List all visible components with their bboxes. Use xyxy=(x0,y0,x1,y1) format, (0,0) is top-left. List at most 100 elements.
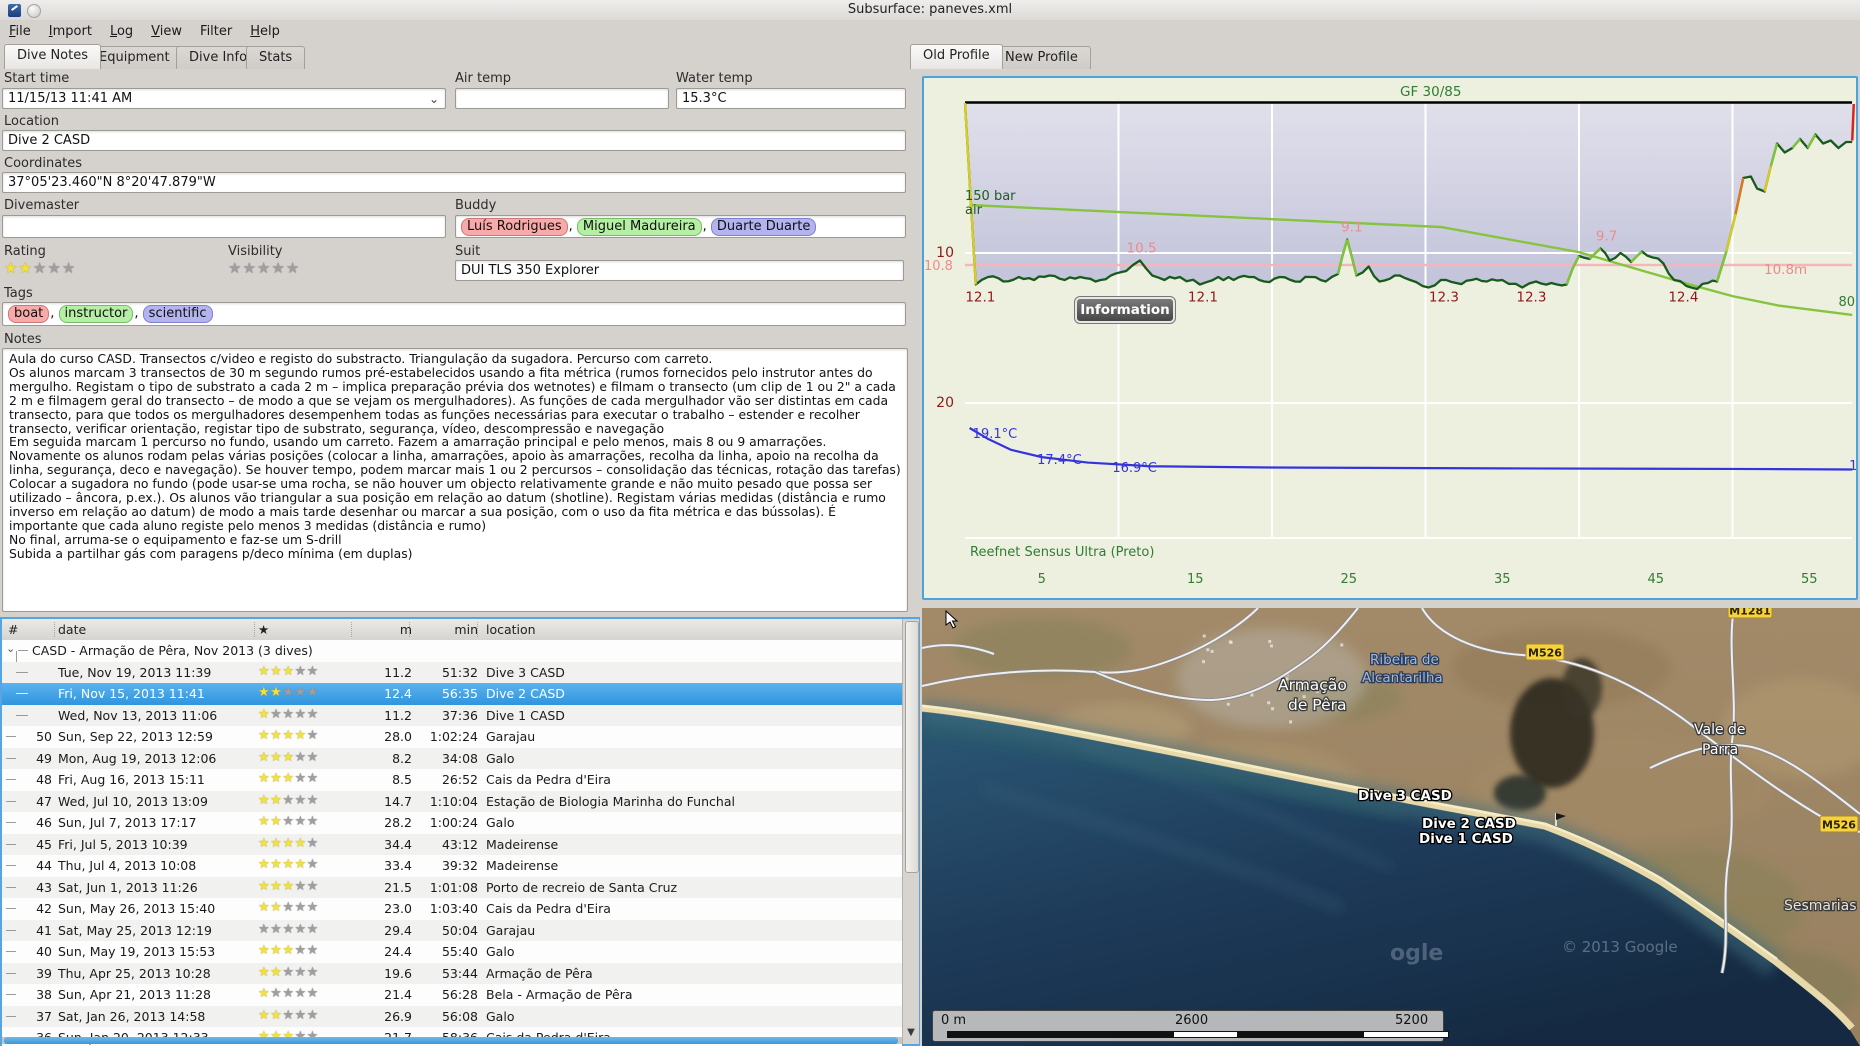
buddy-pill[interactable]: Luís Rodrigues xyxy=(461,218,568,236)
dive-profile-chart[interactable]: GF 30/85 150 barair 80 10.8 10.8m 10 20 5 15 25 35… xyxy=(924,78,1860,598)
air-temp-input[interactable] xyxy=(455,88,669,109)
tag-pill[interactable]: boat xyxy=(8,305,50,323)
dive-rating-stars: ★★★★★ xyxy=(258,663,319,679)
scroll-down-arrow-icon[interactable]: ▼ xyxy=(905,1026,917,1040)
scale-segment xyxy=(1363,1031,1449,1038)
table-row[interactable]: Tue, Nov 19, 2013 11:39 ★★★★★ 11.2 51:32 Div… xyxy=(2,661,902,683)
tab-dive-notes[interactable]: Dive Notes xyxy=(4,44,101,69)
end-pressure-label: 80 xyxy=(1838,295,1855,310)
table-row[interactable]: Fri, Nov 15, 2013 11:41 ★★★★★ 12.4 56:35 Div… xyxy=(2,683,902,705)
dive-list-table: # date ★ m min location ⌄ CASD - Armação de Pê… xyxy=(0,617,920,1046)
table-row[interactable]: 41 Sat, May 25, 2013 12:19 ★★★★★ 29.4 50:04 G… xyxy=(2,919,902,941)
column-header-date[interactable]: date xyxy=(58,622,248,637)
horizontal-scrollbar[interactable] xyxy=(2,1037,902,1044)
water-temp-input[interactable]: 15.3°C xyxy=(676,88,906,109)
rating-stars[interactable]: ★★★★★ xyxy=(4,259,76,277)
table-row[interactable]: 43 Sat, Jun 1, 2013 11:26 ★★★★★ 21.5 1:01:08… xyxy=(2,876,902,898)
menu-item-log[interactable]: Log xyxy=(110,24,133,39)
menu-item-import[interactable]: Import xyxy=(49,24,92,39)
dive-date: Thu, Apr 25, 2013 10:28 xyxy=(58,965,211,981)
scale-mid-label: 2600 xyxy=(1175,1013,1209,1028)
table-row[interactable]: 44 Thu, Jul 4, 2013 10:08 ★★★★★ 33.4 39:32 Ma… xyxy=(2,855,902,877)
table-row[interactable]: 39 Thu, Apr 25, 2013 10:28 ★★★★★ 19.6 53:44 A… xyxy=(2,962,902,984)
dive-rating-stars: ★★★★★ xyxy=(258,771,319,786)
table-row[interactable]: 38 Sun, Apr 21, 2013 11:28 ★★★★★ 21.4 56:28 B… xyxy=(2,984,902,1006)
dive-date: Sun, Sep 22, 2013 12:59 xyxy=(58,729,213,744)
dive-rating-stars: ★★★★★ xyxy=(258,685,319,700)
column-header-duration[interactable]: min xyxy=(412,622,478,637)
table-row[interactable]: 48 Fri, Aug 16, 2013 15:11 ★★★★★ 8.5 26:52 Ca… xyxy=(2,769,902,791)
suit-input[interactable]: DUI TLS 350 Explorer xyxy=(455,260,904,281)
tab-new-profile[interactable]: New Profile xyxy=(992,46,1091,69)
dive-number: 43 xyxy=(36,879,52,895)
menu-item-filter[interactable]: Filter xyxy=(200,24,232,39)
dive-depth: 11.2 xyxy=(384,707,412,723)
column-header-depth[interactable]: m xyxy=(355,622,412,637)
table-row[interactable]: 45 Fri, Jul 5, 2013 10:39 ★★★★★ 34.4 43:12 Ma… xyxy=(2,833,902,855)
vertical-scrollbar-thumb[interactable] xyxy=(905,621,919,873)
time-axis-tick: 5 xyxy=(1038,572,1046,587)
dive-group-row[interactable]: ⌄ CASD - Armação de Pêra, Nov 2013 (3 div… xyxy=(2,640,902,662)
dive-date: Thu, Jul 4, 2013 10:08 xyxy=(58,858,197,873)
time-axis-tick: 55 xyxy=(1801,572,1818,587)
visibility-stars[interactable]: ★★★★★ xyxy=(228,259,300,277)
tags-input[interactable]: boat, instructor, scientific xyxy=(2,302,906,326)
dive-depth: 8.5 xyxy=(392,772,412,787)
max-depth-label: 12.3 xyxy=(1516,289,1546,305)
table-row[interactable]: 47 Wed, Jul 10, 2013 13:09 ★★★★★ 14.7 1:10:0… xyxy=(2,790,902,812)
menu-item-view[interactable]: View xyxy=(151,24,182,39)
menu-item-help[interactable]: Help xyxy=(250,24,280,39)
menu-item-file[interactable]: File xyxy=(9,24,31,39)
location-input[interactable]: Dive 2 CASD xyxy=(2,130,906,151)
horizontal-scrollbar-thumb[interactable] xyxy=(4,1037,898,1044)
column-header-stars[interactable]: ★ xyxy=(258,622,348,637)
vertical-scrollbar[interactable]: ▼ xyxy=(902,619,919,1044)
tag-pill[interactable]: instructor xyxy=(58,305,134,323)
road-badge: M526 xyxy=(1822,819,1856,832)
column-header-num[interactable]: # xyxy=(8,622,48,637)
buddy-input[interactable]: Luís Rodrigues, Miguel Madureira, Duarte… xyxy=(455,215,906,238)
dive-duration: 1:02:24 xyxy=(429,729,478,744)
column-separator xyxy=(351,622,352,637)
tag-pill[interactable]: scientific xyxy=(142,305,213,323)
chevron-down-icon[interactable]: ⌄ xyxy=(429,90,439,108)
dive-duration: 39:32 xyxy=(441,858,478,873)
dive-number: 42 xyxy=(36,901,52,916)
window-menu-button[interactable] xyxy=(27,4,41,18)
start-time-combo[interactable]: 11/15/13 11:41 AM ⌄ xyxy=(2,88,446,109)
column-header-location[interactable]: location xyxy=(486,622,906,637)
map-river-label: Ribeira de xyxy=(1370,652,1439,668)
table-row[interactable]: Wed, Nov 13, 2013 11:06 ★★★★★ 11.2 37:36 Div… xyxy=(2,704,902,726)
dive-depth: 23.0 xyxy=(384,901,412,916)
buddy-pill[interactable]: Duarte Duarte xyxy=(710,218,817,236)
table-row[interactable]: 49 Mon, Aug 19, 2013 12:06 ★★★★★ 8.2 34:08 Ga… xyxy=(2,747,902,769)
dive-date: Sat, Jan 26, 2013 14:58 xyxy=(58,1008,206,1024)
scale-segment xyxy=(1173,1031,1238,1038)
dive-rating-stars: ★★★★★ xyxy=(258,728,319,743)
notes-textarea[interactable]: Aula do curso CASD. Transectos c/video e… xyxy=(2,348,908,612)
expander-chevron-icon[interactable]: ⌄ xyxy=(6,642,15,655)
table-row[interactable]: 46 Sun, Jul 7, 2013 17:17 ★★★★★ 28.2 1:00:24… xyxy=(2,812,902,834)
title-bar[interactable]: Subsurface: paneves.xml xyxy=(0,0,1860,20)
dive-location: Porto de recreio de Santa Cruz xyxy=(486,879,678,895)
mouse-cursor xyxy=(945,610,959,629)
information-button[interactable]: Information xyxy=(1074,296,1176,324)
gas-label: air xyxy=(965,203,983,218)
dive-rating-stars: ★★★★★ xyxy=(258,900,319,915)
coordinates-input[interactable]: 37°05'23.460"N 8°20'47.879"W xyxy=(2,172,906,193)
dive-depth: 8.2 xyxy=(392,750,412,766)
divemaster-input[interactable] xyxy=(2,215,446,238)
table-row[interactable]: 42 Sun, May 26, 2013 15:40 ★★★★★ 23.0 1:03:4… xyxy=(2,898,902,920)
time-axis-tick: 15 xyxy=(1187,572,1204,587)
satellite-map-image[interactable]: Armação de Pêra Ribeira de Alcantarilha Vale… xyxy=(922,608,1860,1046)
tab-old-profile[interactable]: Old Profile xyxy=(910,44,1003,69)
dive-site-map[interactable]: Armação de Pêra Ribeira de Alcantarilha Vale… xyxy=(922,608,1860,1046)
notes-label: Notes xyxy=(4,332,42,347)
dive-date: Wed, Jul 10, 2013 13:09 xyxy=(58,793,208,809)
table-row[interactable]: 40 Sun, May 19, 2013 15:53 ★★★★★ 24.4 55:40 G… xyxy=(2,941,902,963)
table-row[interactable]: 50 Sun, Sep 22, 2013 12:59 ★★★★★ 28.0 1:02:2… xyxy=(2,726,902,748)
tab-stats[interactable]: Stats xyxy=(246,46,306,69)
dive-list-header[interactable]: # date ★ m min location xyxy=(2,619,918,641)
buddy-pill[interactable]: Miguel Madureira xyxy=(576,218,702,236)
table-row[interactable]: 37 Sat, Jan 26, 2013 14:58 ★★★★★ 26.9 56:08 G… xyxy=(2,1005,902,1027)
